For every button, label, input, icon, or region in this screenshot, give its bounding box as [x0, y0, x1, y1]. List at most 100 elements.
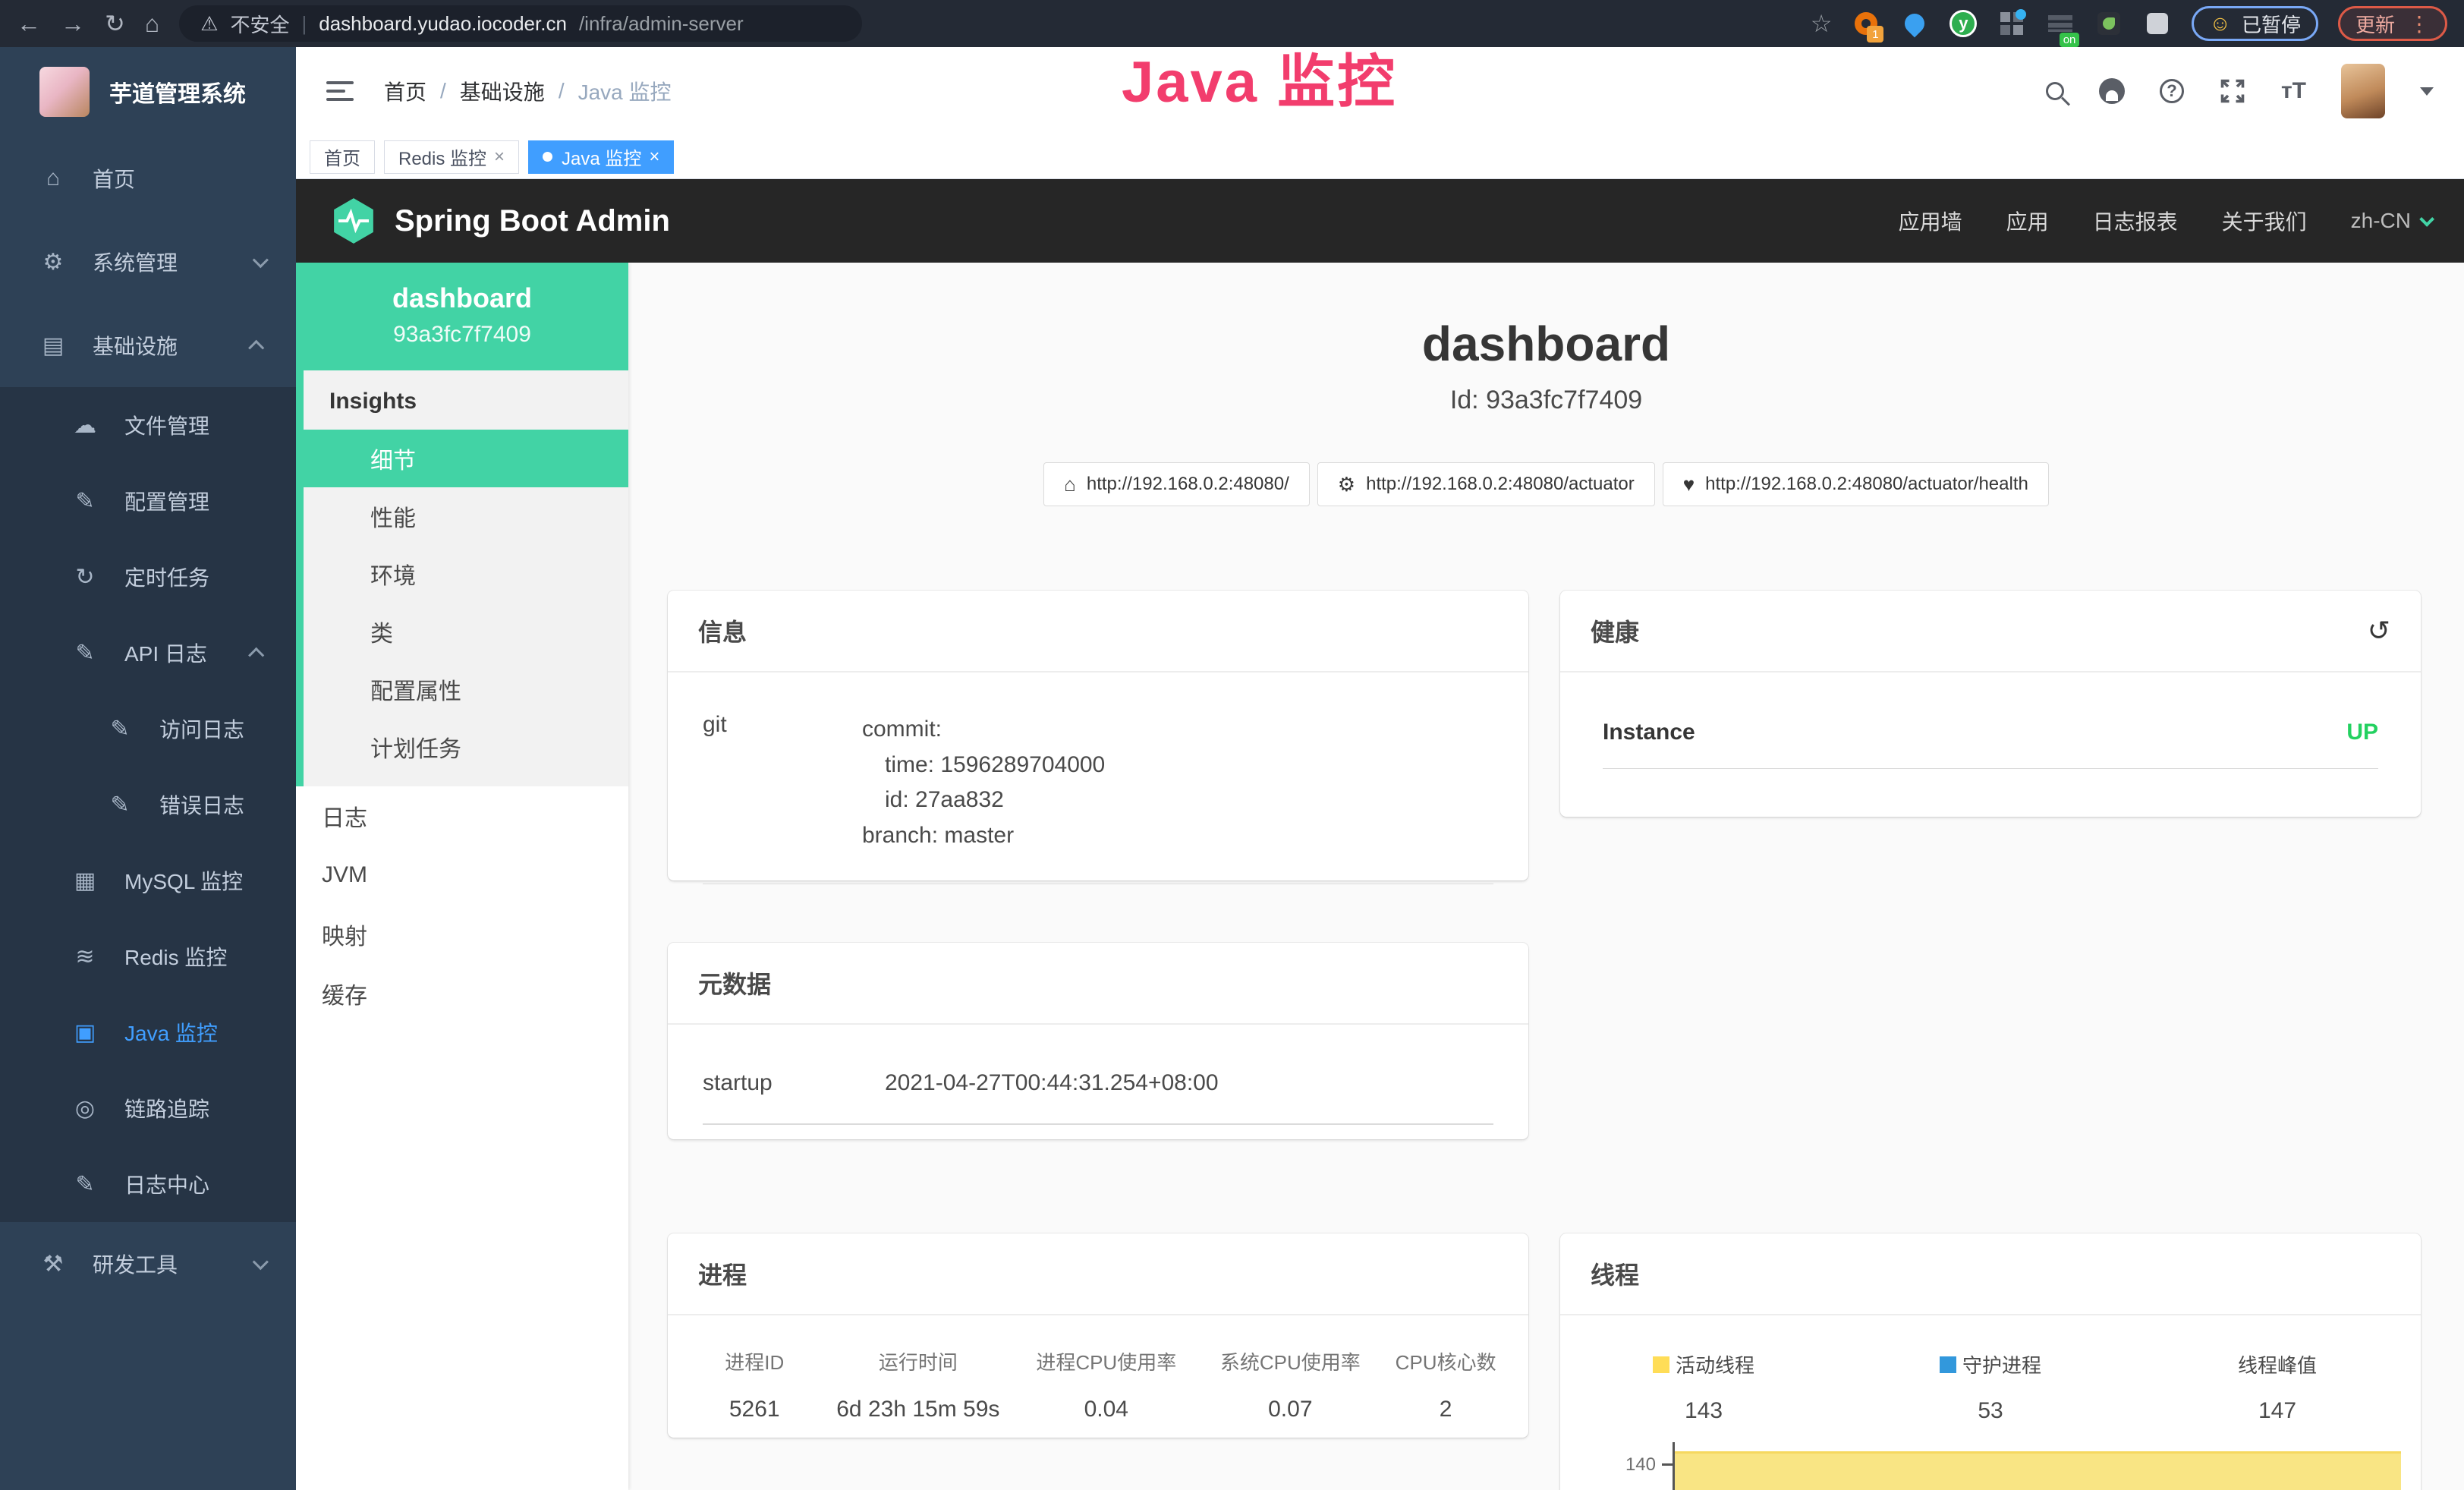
extension-icon-orange[interactable]: 1 — [1852, 9, 1880, 38]
cloud-upload-icon: ☁ — [71, 412, 99, 439]
process-card-title: 进程 — [668, 1233, 1528, 1315]
sba-nav-about[interactable]: 关于我们 — [2222, 206, 2307, 236]
breadcrumb-home[interactable]: 首页 — [384, 76, 426, 106]
breadcrumb: 首页 / 基础设施 / Java 监控 — [384, 76, 672, 106]
instance-item-jvm[interactable]: JVM — [296, 846, 628, 905]
smiley-face-icon: ☺ — [2209, 11, 2231, 36]
val-process-cpu: 0.04 — [1016, 1397, 1196, 1422]
browser-reload-icon[interactable]: ↻ — [105, 11, 125, 36]
sidebar-item-access-logs[interactable]: ✎ 访问日志 — [0, 691, 296, 767]
sidebar-item-tracing[interactable]: ◎ 链路追踪 — [0, 1070, 296, 1146]
instance-item-mappings[interactable]: 映射 — [296, 905, 628, 964]
blue-legend-swatch — [1940, 1356, 1956, 1373]
yellow-legend-swatch — [1653, 1356, 1669, 1373]
health-url-button[interactable]: ♥ http://192.168.0.2:48080/actuator/heal… — [1663, 462, 2049, 506]
sidebar-item-java-monitor[interactable]: ▣ Java 监控 — [0, 994, 296, 1070]
browser-forward-icon[interactable]: → — [61, 11, 85, 36]
info-git-row: git commit: time: 1596289704000 id: 27aa… — [703, 712, 1493, 884]
sidebar-item-label: 链路追踪 — [124, 1093, 209, 1123]
y-circle-icon: y — [1949, 10, 1977, 37]
log-icon: ✎ — [106, 716, 134, 742]
extension-icon-list-on[interactable]: on — [2046, 9, 2075, 38]
chevron-down-icon — [2419, 212, 2434, 227]
search-icon[interactable] — [2046, 82, 2064, 100]
browser-update-button[interactable]: 更新 ⋮ — [2338, 6, 2447, 41]
sidebar-item-redis-monitor[interactable]: ≋ Redis 监控 — [0, 918, 296, 994]
sidebar-item-home[interactable]: ⌂ 首页 — [0, 137, 296, 220]
insights-item-config-props[interactable]: 配置属性 — [304, 660, 628, 718]
text-size-icon[interactable]: тT — [2281, 78, 2306, 104]
profile-paused-button[interactable]: ☺ 已暂停 — [2192, 6, 2318, 41]
live-threads-area-series — [1675, 1451, 2401, 1490]
bookmark-star-icon[interactable]: ☆ — [1811, 9, 1833, 38]
close-icon[interactable]: × — [649, 146, 659, 168]
breadcrumb-infrastructure[interactable]: 基础设施 — [460, 76, 545, 106]
sidebar-item-log-center[interactable]: ✎ 日志中心 — [0, 1146, 296, 1222]
insights-item-environment[interactable]: 环境 — [304, 545, 628, 603]
health-instance-row[interactable]: Instance UP — [1603, 720, 2378, 769]
tag-home[interactable]: 首页 — [310, 140, 375, 174]
tags-view-bar: 首页 Redis 监控 × Java 监控 × — [296, 135, 2464, 179]
insights-item-scheduled-tasks[interactable]: 计划任务 — [304, 718, 628, 776]
sidebar-item-file-mgmt[interactable]: ☁ 文件管理 — [0, 387, 296, 463]
tag-redis-monitor[interactable]: Redis 监控 × — [384, 140, 519, 174]
sidebar-item-mysql-monitor[interactable]: ▦ MySQL 监控 — [0, 843, 296, 918]
app-logo-row[interactable]: 芋道管理系统 — [0, 47, 296, 137]
instance-item-logs[interactable]: 日志 — [296, 786, 628, 846]
metadata-startup-row: startup 2021-04-27T00:44:31.254+08:00 — [703, 1070, 1493, 1125]
extension-icon-puzzle[interactable] — [2143, 9, 2172, 38]
url-path: /infra/admin-server — [579, 12, 744, 36]
sidebar-item-dev-tools[interactable]: ⚒ 研发工具 — [0, 1222, 296, 1306]
sba-nav-wallboard[interactable]: 应用墙 — [1899, 206, 1962, 236]
hamburger-icon[interactable] — [326, 81, 354, 101]
security-warning-icon: ⚠ — [200, 12, 218, 36]
caret-down-icon[interactable] — [2420, 87, 2434, 96]
history-icon[interactable]: ↺ — [2368, 615, 2390, 647]
actuator-url-button[interactable]: ⚙ http://192.168.0.2:48080/actuator — [1317, 462, 1655, 506]
layers-icon: ≋ — [71, 943, 99, 970]
page-title: dashboard — [628, 316, 2464, 372]
insights-item-details[interactable]: 细节 — [296, 430, 628, 487]
help-icon[interactable]: ? — [2160, 79, 2184, 103]
sba-brand[interactable]: Spring Boot Admin — [329, 197, 670, 245]
browser-home-icon[interactable]: ⌂ — [145, 11, 159, 36]
sidebar-item-scheduled-tasks[interactable]: ↻ 定时任务 — [0, 539, 296, 615]
fullscreen-icon[interactable] — [2219, 77, 2246, 105]
sba-nav-journal[interactable]: 日志报表 — [2093, 206, 2178, 236]
insights-item-metrics[interactable]: 性能 — [304, 487, 628, 545]
log-icon: ✎ — [106, 792, 134, 818]
close-icon[interactable]: × — [494, 146, 505, 168]
sidebar-item-label: 系统管理 — [93, 247, 178, 277]
sba-nav-applications[interactable]: 应用 — [2006, 206, 2049, 236]
breadcrumb-separator: / — [440, 79, 446, 103]
update-label: 更新 — [2355, 10, 2395, 38]
on-badge: on — [2060, 33, 2080, 47]
address-bar[interactable]: ⚠ 不安全 | dashboard.yudao.iocoder.cn/infra… — [179, 5, 862, 42]
metadata-card-title: 元数据 — [668, 943, 1528, 1025]
extension-icon-grid[interactable] — [1997, 9, 2026, 38]
service-url-button[interactable]: ⌂ http://192.168.0.2:48080/ — [1043, 462, 1310, 506]
extension-badge: 1 — [1867, 26, 1883, 43]
val-cpu-cores: 2 — [1384, 1397, 1507, 1422]
insights-item-classes[interactable]: 类 — [304, 603, 628, 660]
sidebar-item-config-mgmt[interactable]: ✎ 配置管理 — [0, 463, 296, 539]
tag-java-monitor[interactable]: Java 监控 × — [528, 140, 674, 174]
instance-header[interactable]: dashboard 93a3fc7f7409 — [296, 263, 628, 370]
extension-icon-pin[interactable] — [1900, 9, 1929, 38]
main-content: dashboard Id: 93a3fc7f7409 ⌂ http://192.… — [628, 263, 2464, 1490]
user-avatar[interactable] — [2341, 64, 2385, 118]
col-system-cpu: 系统CPU使用率 — [1196, 1347, 1384, 1375]
sidebar-item-api-logs[interactable]: ✎ API 日志 — [0, 615, 296, 691]
sidebar-item-system-mgmt[interactable]: ⚙ 系统管理 — [0, 220, 296, 304]
instance-item-caches[interactable]: 缓存 — [296, 964, 628, 1023]
locale-selector[interactable]: zh-CN — [2351, 209, 2431, 233]
extension-icon-y[interactable]: y — [1949, 9, 1978, 38]
sidebar-item-infrastructure[interactable]: ▤ 基础设施 — [0, 304, 296, 387]
sidebar-item-error-logs[interactable]: ✎ 错误日志 — [0, 767, 296, 843]
github-icon[interactable] — [2099, 78, 2125, 104]
kebab-menu-icon[interactable]: ⋮ — [2409, 11, 2430, 36]
paused-label: 已暂停 — [2242, 10, 2301, 38]
legend-daemon-threads: 守护进程 — [1847, 1350, 2134, 1378]
browser-back-icon[interactable]: ← — [17, 11, 41, 36]
extension-icon-leaf[interactable] — [2094, 9, 2123, 38]
